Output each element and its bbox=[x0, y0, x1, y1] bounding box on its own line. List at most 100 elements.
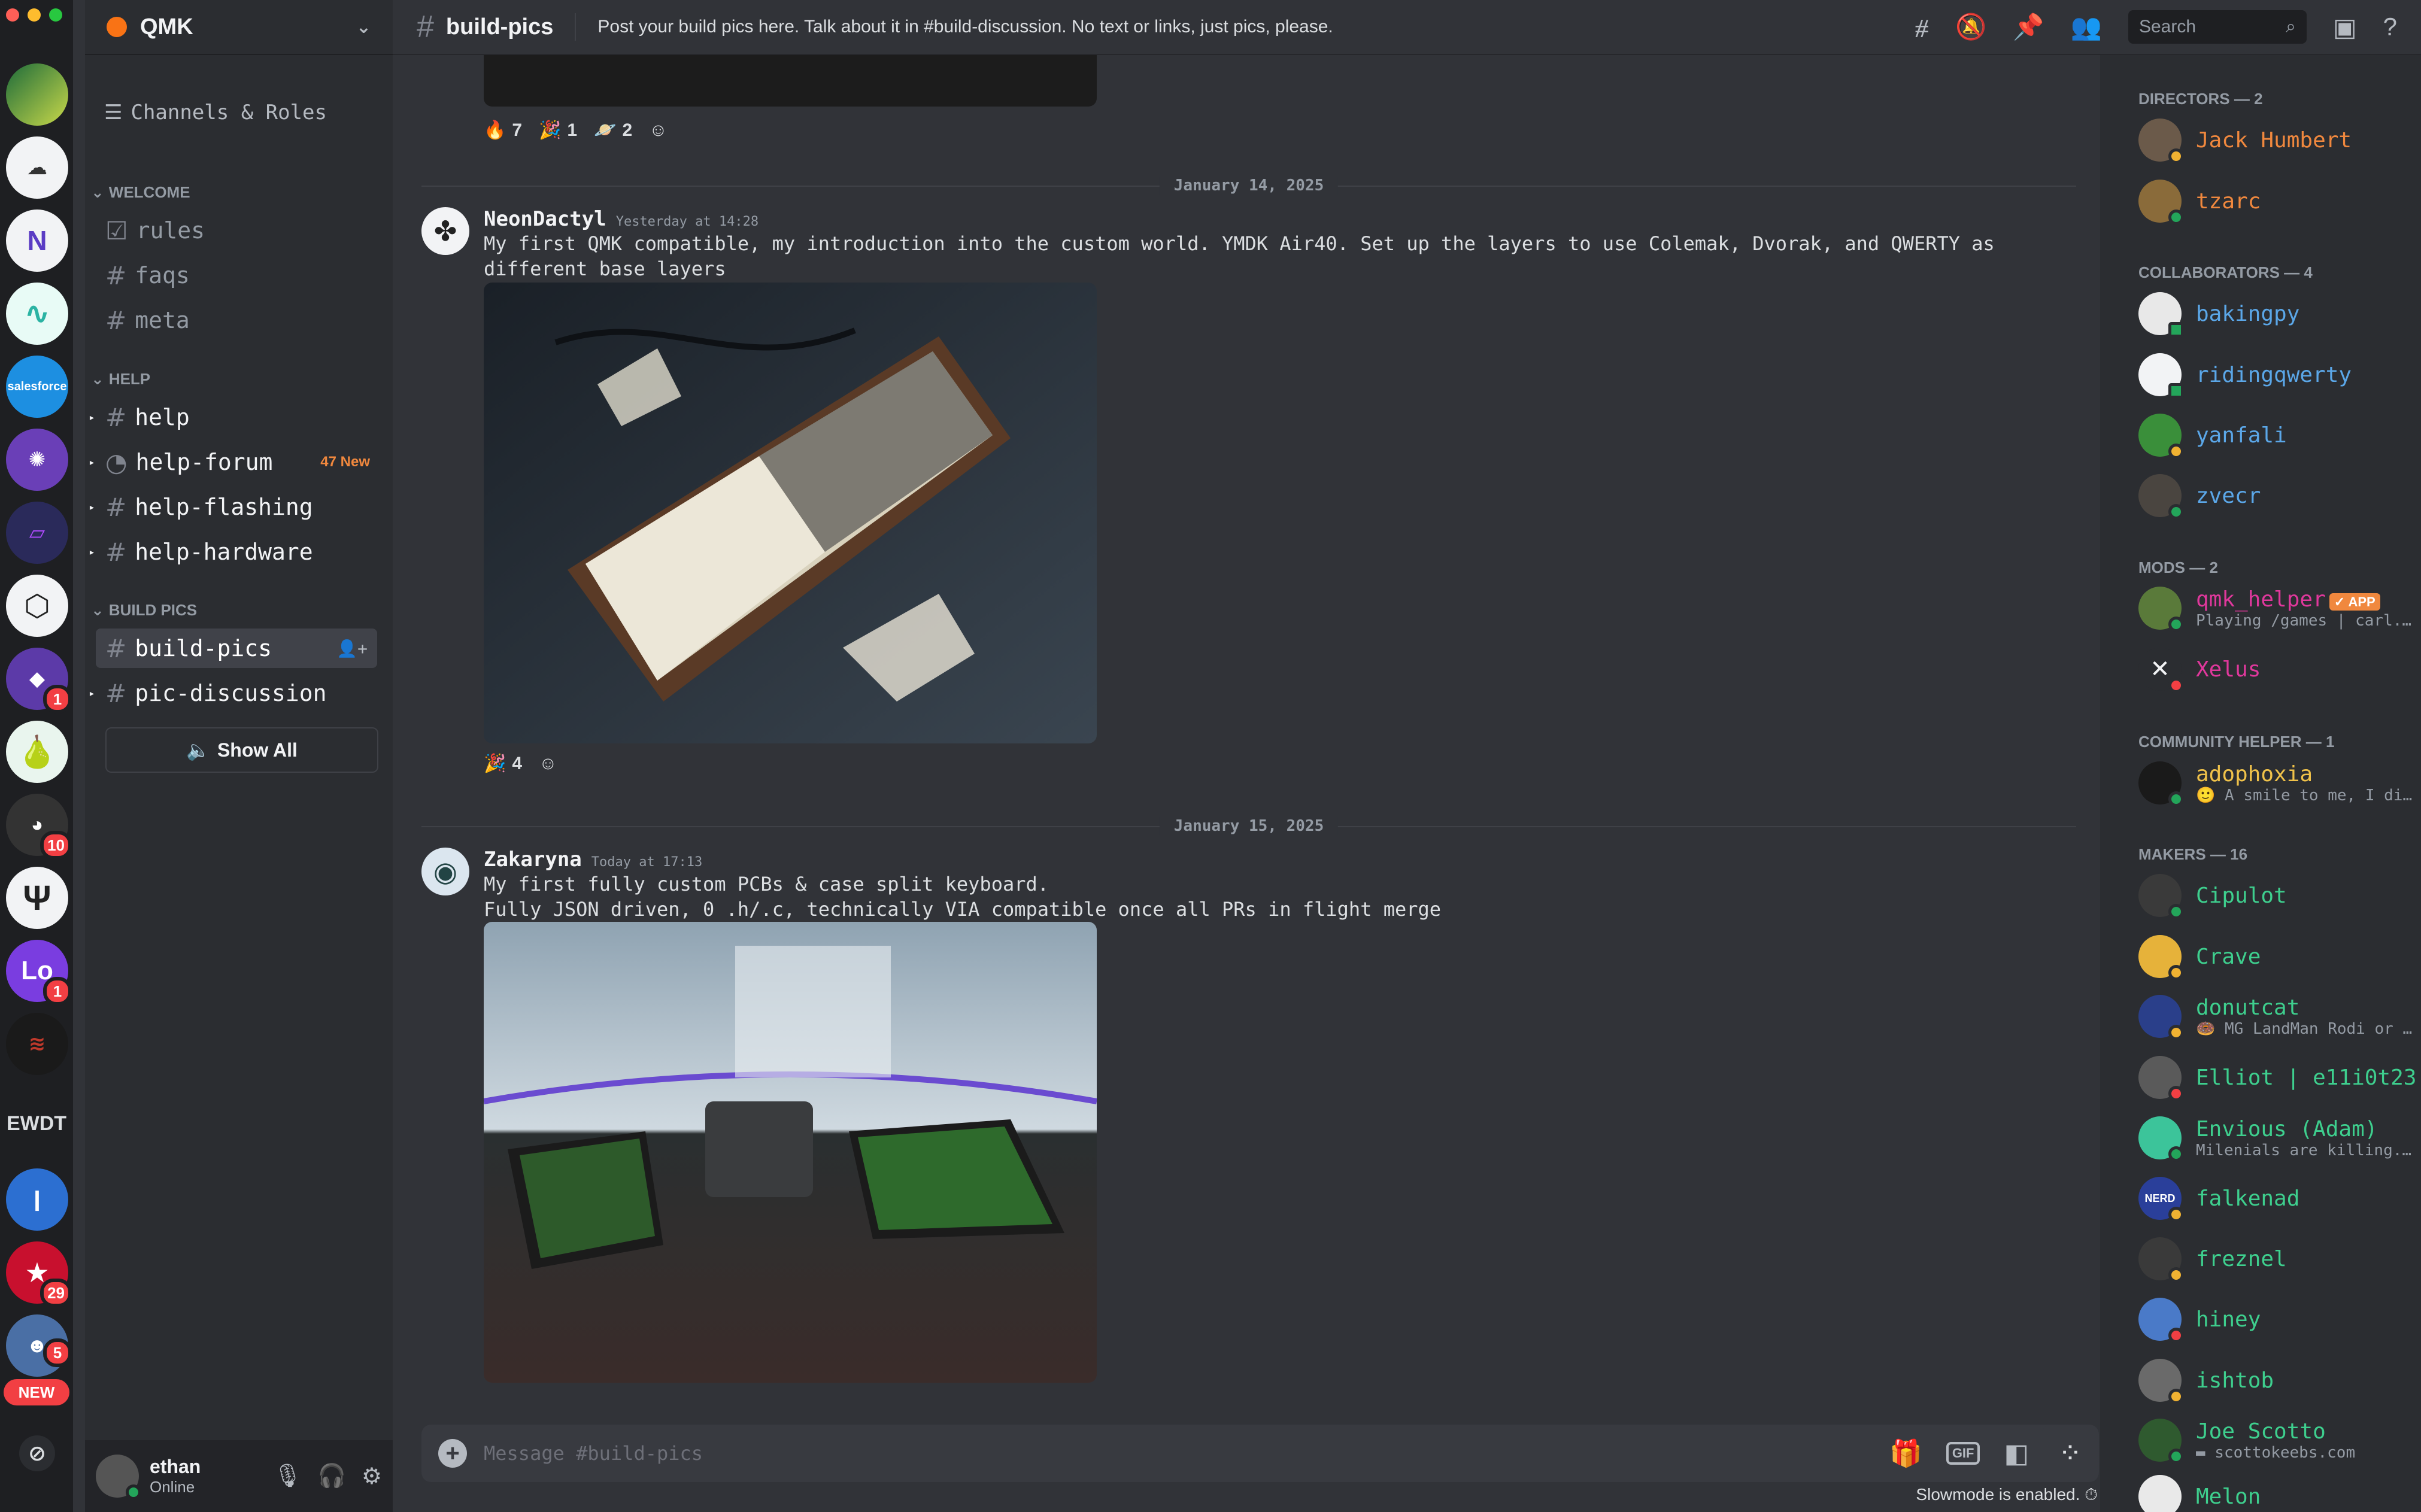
channel-label: faqs bbox=[135, 262, 190, 289]
pin-icon[interactable]: 📌 bbox=[2013, 13, 2044, 42]
channel-help-forum[interactable]: ▸ ◔ help-forum 47 New bbox=[89, 442, 377, 482]
channel-topic[interactable]: Post your build pics here. Talk about it… bbox=[597, 17, 1333, 37]
server-icon[interactable]: ☻ 5 bbox=[6, 1314, 72, 1377]
message-author[interactable]: Zakaryna Today at 17:13 bbox=[484, 848, 702, 872]
server-icon[interactable]: ∿ bbox=[6, 283, 68, 345]
member-name: Xelus bbox=[2196, 657, 2261, 682]
member-item[interactable]: Crave bbox=[2138, 931, 2414, 982]
member-item[interactable]: Jack Humbert bbox=[2138, 115, 2414, 165]
server-icon[interactable]: ⬡ bbox=[6, 575, 68, 637]
member-item[interactable]: ridingqwerty bbox=[2138, 350, 2414, 400]
server-header[interactable]: QMK ⌄ bbox=[85, 0, 393, 55]
keyboard-image-attachment[interactable] bbox=[484, 283, 1097, 743]
server-icon[interactable]: ❙ bbox=[6, 1168, 68, 1231]
channel-meta[interactable]: # meta bbox=[96, 300, 377, 340]
unread-indicator-icon: ▸ bbox=[89, 500, 95, 514]
member-item[interactable]: Elliot | e11i0t23 bbox=[2138, 1052, 2416, 1103]
split-keyboard-image-attachment[interactable] bbox=[484, 922, 1097, 1383]
add-reaction-icon[interactable]: ☺ bbox=[649, 120, 668, 141]
server-icon[interactable]: ▱ bbox=[6, 502, 68, 564]
member-item[interactable]: Envious (Adam) Milenials are killing... bbox=[2138, 1113, 2414, 1163]
member-item[interactable]: adophoxia 🙂 A smile to me, I di... bbox=[2138, 758, 2414, 808]
member-name: ridingqwerty bbox=[2196, 362, 2352, 387]
member-item[interactable]: qmk_helper ✓ APP Playing /games | carl... bbox=[2138, 583, 2414, 633]
sticker-icon[interactable]: ◧ bbox=[2004, 1438, 2029, 1469]
member-item[interactable]: yanfali bbox=[2138, 410, 2414, 460]
previous-image-attachment[interactable] bbox=[484, 55, 1097, 107]
mute-bell-icon[interactable]: 🔕 bbox=[1955, 13, 1986, 42]
server-icon[interactable]: ◕ 10 bbox=[6, 794, 72, 860]
channel-build-pics[interactable]: # build-pics 👤+ bbox=[96, 629, 377, 668]
apps-button[interactable]: ⁘ bbox=[2041, 1425, 2099, 1482]
gear-icon[interactable]: ⚙ bbox=[362, 1463, 382, 1490]
member-item[interactable]: Joe Scotto ▬ scottokeebs.com bbox=[2138, 1415, 2414, 1465]
server-text-icon[interactable]: EWDT bbox=[0, 1112, 73, 1135]
message-composer[interactable]: + Message #build-pics 🎁 GIF ◧ ☺ bbox=[421, 1425, 2097, 1482]
threads-icon[interactable]: ⧣ bbox=[1915, 13, 1929, 42]
reaction-party[interactable]: 🎉 1 bbox=[539, 120, 577, 141]
channel-help[interactable]: ▸ # help bbox=[89, 397, 377, 437]
add-reaction-icon[interactable]: ☺ bbox=[539, 754, 557, 774]
channel-rules[interactable]: ☑ rules bbox=[96, 211, 377, 250]
channel-help-hardware[interactable]: ▸ # help-hardware bbox=[89, 532, 377, 572]
user-info[interactable]: ethan Online bbox=[150, 1456, 201, 1496]
minimize-window-button[interactable] bbox=[28, 8, 41, 22]
reaction-fire[interactable]: 🔥 7 bbox=[484, 120, 522, 141]
add-attachment-button[interactable]: + bbox=[438, 1439, 467, 1468]
server-icon[interactable]: 🍐 bbox=[6, 721, 68, 783]
member-item[interactable]: hiney bbox=[2138, 1294, 2414, 1344]
member-item[interactable]: bakingpy bbox=[2138, 289, 2414, 339]
reaction-party[interactable]: 🎉 4 bbox=[484, 753, 522, 774]
channel-help-flashing[interactable]: ▸ # help-flashing bbox=[89, 487, 377, 527]
member-avatar: ✕ bbox=[2138, 648, 2184, 693]
user-avatar[interactable] bbox=[96, 1455, 141, 1500]
category-help[interactable]: ⌄ HELP bbox=[91, 370, 150, 388]
search-input[interactable]: Search ⌕ bbox=[2128, 10, 2307, 44]
member-item[interactable]: ✕ Xelus bbox=[2138, 644, 2414, 694]
server-icon[interactable]: ★ 29 bbox=[6, 1241, 72, 1307]
zoom-window-button[interactable] bbox=[49, 8, 62, 22]
show-all-button[interactable]: 🔈 Show All bbox=[105, 727, 378, 773]
new-unreads-pill[interactable]: NEW bbox=[4, 1379, 69, 1405]
server-icon[interactable]: Ψ bbox=[6, 867, 68, 929]
category-build-pics[interactable]: ⌄ BUILD PICS bbox=[91, 601, 197, 620]
gift-icon[interactable]: 🎁 bbox=[1889, 1438, 1922, 1469]
server-icon[interactable]: ☁ bbox=[6, 136, 68, 199]
server-icon[interactable]: ✺ bbox=[6, 429, 68, 491]
member-item[interactable]: ishtob bbox=[2138, 1355, 2414, 1405]
user-avatar[interactable]: ◉ bbox=[421, 848, 469, 895]
member-item[interactable]: Cipulot bbox=[2138, 870, 2414, 921]
message-author[interactable]: NeonDactyl Yesterday at 14:28 bbox=[484, 207, 759, 231]
server-icon[interactable]: Lo 1 bbox=[6, 940, 72, 1006]
members-icon[interactable]: 👥 bbox=[2071, 13, 2102, 42]
compass-icon[interactable]: ⊘ bbox=[19, 1435, 55, 1471]
category-welcome[interactable]: ⌄ WELCOME bbox=[91, 183, 190, 202]
member-item[interactable]: zvecr bbox=[2138, 470, 2414, 521]
idle-status-icon bbox=[2168, 1025, 2184, 1040]
member-item[interactable]: donutcat 🍩 MG LandMan Rodi or ... bbox=[2138, 991, 2414, 1042]
inbox-icon[interactable]: ▣ bbox=[2333, 13, 2357, 42]
close-window-button[interactable] bbox=[6, 8, 19, 22]
channels-roles-link[interactable]: ☰ Channels & Roles bbox=[104, 101, 327, 125]
channel-faqs[interactable]: # faqs bbox=[96, 256, 377, 295]
server-icon[interactable]: N bbox=[6, 210, 68, 272]
server-icon[interactable]: ≋ bbox=[6, 1013, 68, 1075]
invite-user-icon[interactable]: 👤+ bbox=[336, 639, 368, 658]
server-icon[interactable]: ◆ 1 bbox=[6, 648, 72, 714]
member-item[interactable]: freznel bbox=[2138, 1234, 2414, 1284]
reaction-planet[interactable]: 🪐 2 bbox=[594, 120, 632, 141]
help-icon[interactable]: ? bbox=[2383, 13, 2397, 41]
idle-status-icon bbox=[2168, 148, 2184, 164]
server-icon[interactable]: salesforce bbox=[6, 356, 68, 418]
user-avatar[interactable]: ✤ bbox=[421, 207, 469, 255]
message-list[interactable]: 🔥 7 🎉 1 🪐 2 ☺ January 14, 2025 ✤ NeonDactyl… bbox=[393, 55, 2100, 1420]
member-item[interactable]: tzarc bbox=[2138, 176, 2414, 226]
message-input[interactable]: Message #build-pics bbox=[484, 1442, 703, 1465]
channel-pic-discussion[interactable]: ▸ # pic-discussion bbox=[89, 673, 377, 713]
member-item[interactable]: NERD falkenad bbox=[2138, 1173, 2414, 1223]
gif-button[interactable]: GIF bbox=[1946, 1442, 1980, 1465]
microphone-icon[interactable]: 🎙 bbox=[273, 1463, 302, 1490]
server-icon[interactable] bbox=[6, 63, 68, 126]
member-item[interactable]: Melon bbox=[2138, 1471, 2414, 1512]
headphones-icon[interactable]: 🎧 bbox=[318, 1463, 346, 1490]
